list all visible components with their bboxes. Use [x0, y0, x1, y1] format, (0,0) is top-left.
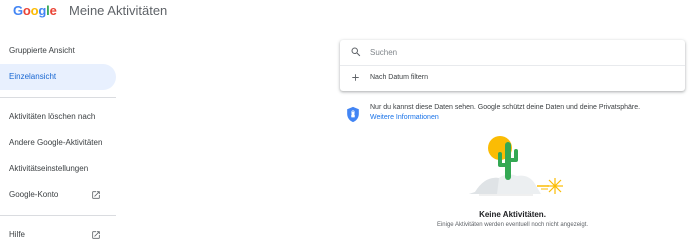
sidebar-item-label: Google-Konto	[9, 190, 59, 199]
sidebar-item-label: Hilfe	[9, 230, 26, 239]
plus-icon	[352, 74, 359, 81]
empty-state-title: Keine Aktivitäten.	[479, 210, 546, 219]
shield-icon	[347, 106, 359, 123]
sidebar-item-delete-activity[interactable]: Aktivitäten löschen nach	[0, 104, 116, 130]
empty-state-subtitle: Einige Aktivitäten werden eventuell noch…	[436, 222, 589, 228]
sidebar-item-grouped-view[interactable]: Gruppierte Ansicht	[0, 38, 116, 64]
open-in-new-icon	[92, 191, 100, 199]
sidebar-divider	[0, 97, 116, 98]
app-header: Google Meine Aktivitäten	[0, 0, 700, 22]
sidebar-item-help[interactable]: Hilfe	[0, 222, 116, 244]
sidebar-item-activity-settings[interactable]: Aktivitätseinstellungen	[0, 156, 116, 182]
search-input[interactable]	[370, 45, 670, 60]
search-icon[interactable]	[350, 46, 362, 58]
google-logo[interactable]: Google	[13, 3, 57, 18]
desert-cactus-illustration	[469, 136, 563, 196]
sidebar-item-other-activity[interactable]: Andere Google-Aktivitäten	[0, 130, 116, 156]
sidebar-item-google-account[interactable]: Google-Konto	[0, 182, 116, 208]
privacy-text: Nur du kannst diese Daten sehen. Google …	[370, 104, 641, 111]
logo-letter-g: G	[13, 3, 23, 18]
sidebar: Gruppierte Ansicht Einzelansicht Aktivit…	[0, 38, 118, 244]
logo-letter-o2: o	[30, 3, 39, 18]
sidebar-item-single-view[interactable]: Einzelansicht	[0, 64, 116, 90]
privacy-notice: Nur du kannst diese Daten sehen. Google …	[346, 104, 686, 128]
date-filter-button[interactable]: Nach Datum filtern	[340, 66, 685, 91]
logo-letter-o1: o	[22, 3, 31, 18]
more-info-link[interactable]: Weitere Informationen	[370, 114, 439, 121]
date-filter-label: Nach Datum filtern	[370, 74, 428, 81]
logo-letter-e: e	[49, 3, 57, 18]
sidebar-divider	[0, 215, 116, 216]
search-card: Nach Datum filtern	[340, 40, 685, 91]
product-name[interactable]: Meine Aktivitäten	[69, 3, 167, 18]
logo-letter-g2: g	[38, 3, 47, 18]
open-in-new-icon	[92, 231, 100, 239]
search-bar[interactable]	[340, 40, 685, 65]
